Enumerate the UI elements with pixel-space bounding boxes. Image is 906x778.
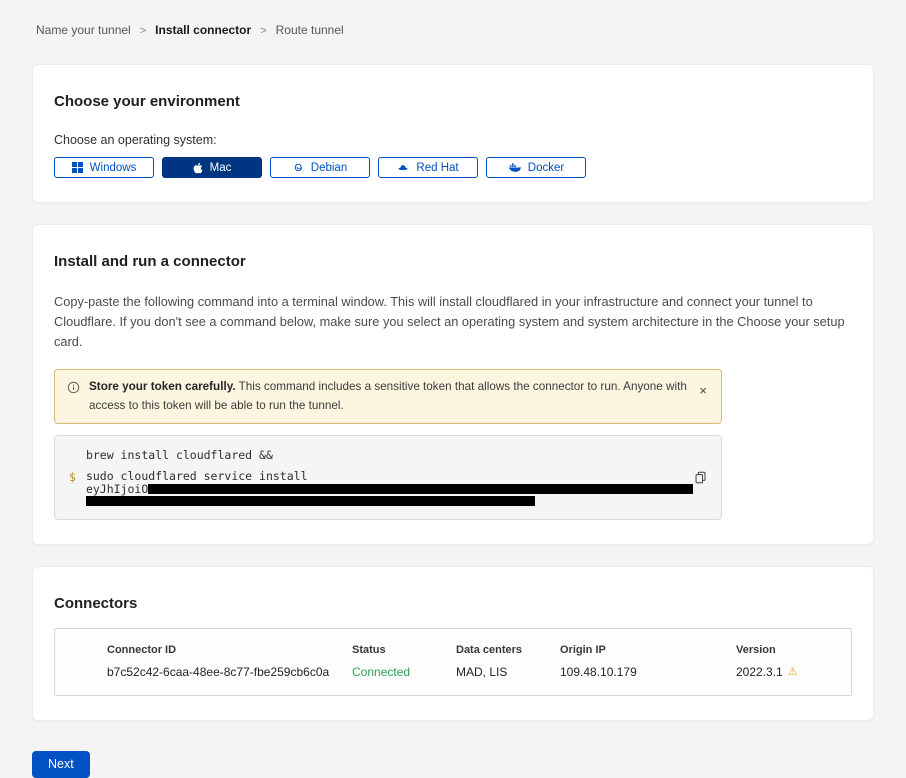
breadcrumb: Name your tunnel > Install connector > R… — [0, 0, 906, 37]
token-prefix: eyJhIjoiO — [86, 484, 148, 495]
os-select-label: Choose an operating system: — [54, 133, 852, 147]
breadcrumb-name-your-tunnel[interactable]: Name your tunnel — [36, 23, 131, 37]
origin-ip-cell: 109.48.10.179 — [560, 665, 736, 679]
table-row: b7c52c42-6caa-48ee-8c77-fbe259cb6c0a Con… — [55, 656, 851, 695]
os-button-docker[interactable]: Docker — [486, 157, 586, 178]
terminal-prompt: $ — [69, 470, 76, 484]
table-header-origin-ip: Origin IP — [560, 644, 736, 656]
command-line-2: sudo cloudflared service install — [86, 469, 684, 483]
redacted-token-bar — [86, 496, 535, 506]
os-button-label: Red Hat — [416, 162, 458, 174]
table-header-connector-id: Connector ID — [107, 644, 352, 656]
close-icon[interactable]: × — [697, 384, 709, 397]
docker-icon — [508, 162, 521, 173]
os-button-redhat[interactable]: Red Hat — [378, 157, 478, 178]
os-button-label: Docker — [528, 162, 564, 174]
connectors-card-title: Connectors — [54, 595, 852, 612]
command-token-line: eyJhIjoiO — [86, 484, 684, 495]
connector-id-cell: b7c52c42-6caa-48ee-8c77-fbe259cb6c0a — [107, 665, 352, 679]
copy-icon[interactable] — [694, 471, 707, 484]
status-cell: Connected — [352, 665, 456, 679]
connector-description: Copy-paste the following command into a … — [54, 292, 852, 351]
version-cell: 2022.3.1 ⚠ — [736, 665, 831, 679]
os-button-label: Debian — [311, 162, 347, 174]
table-header-status: Status — [352, 644, 456, 656]
apple-icon — [193, 162, 203, 174]
token-warning-alert: Store your token carefully.This command … — [54, 369, 722, 423]
redacted-token-bar — [148, 484, 693, 494]
debian-icon — [293, 162, 304, 173]
table-header-row: Connector ID Status Data centers Origin … — [55, 629, 851, 656]
warning-icon: ⚠ — [788, 665, 798, 678]
alert-text: Store your token carefully.This command … — [89, 378, 688, 414]
command-line-1: brew install cloudflared && — [86, 448, 684, 462]
breadcrumb-install-connector[interactable]: Install connector — [155, 23, 251, 37]
connector-card-title: Install and run a connector — [54, 253, 852, 270]
table-header-data-centers: Data centers — [456, 644, 560, 656]
os-button-windows[interactable]: Windows — [54, 157, 154, 178]
command-token-line — [86, 496, 684, 507]
os-button-mac[interactable]: Mac — [162, 157, 262, 178]
data-centers-cell: MAD, LIS — [456, 665, 560, 679]
version-value: 2022.3.1 — [736, 665, 783, 679]
breadcrumb-separator: > — [260, 25, 266, 37]
connectors-table: Connector ID Status Data centers Origin … — [54, 628, 852, 696]
command-text: brew install cloudflared && sudo cloudfl… — [86, 448, 684, 507]
os-button-group: Windows Mac Debian Red Hat Docker — [54, 157, 852, 178]
choose-environment-card: Choose your environment Choose an operat… — [32, 64, 874, 203]
alert-text-bold: Store your token carefully. — [89, 380, 236, 393]
table-header-version: Version — [736, 644, 831, 656]
connectors-card: Connectors Connector ID Status Data cent… — [32, 566, 874, 721]
redhat-icon — [397, 162, 409, 173]
breadcrumb-separator: > — [140, 25, 146, 37]
info-icon — [67, 381, 80, 394]
environment-card-title: Choose your environment — [54, 93, 852, 110]
install-connector-card: Install and run a connector Copy-paste t… — [32, 224, 874, 545]
os-button-debian[interactable]: Debian — [270, 157, 370, 178]
install-command-block: $ brew install cloudflared && sudo cloud… — [54, 435, 722, 520]
windows-icon — [72, 162, 83, 173]
os-button-label: Windows — [90, 162, 137, 174]
os-button-label: Mac — [210, 162, 232, 174]
breadcrumb-route-tunnel[interactable]: Route tunnel — [276, 23, 344, 37]
next-button[interactable]: Next — [32, 751, 90, 778]
